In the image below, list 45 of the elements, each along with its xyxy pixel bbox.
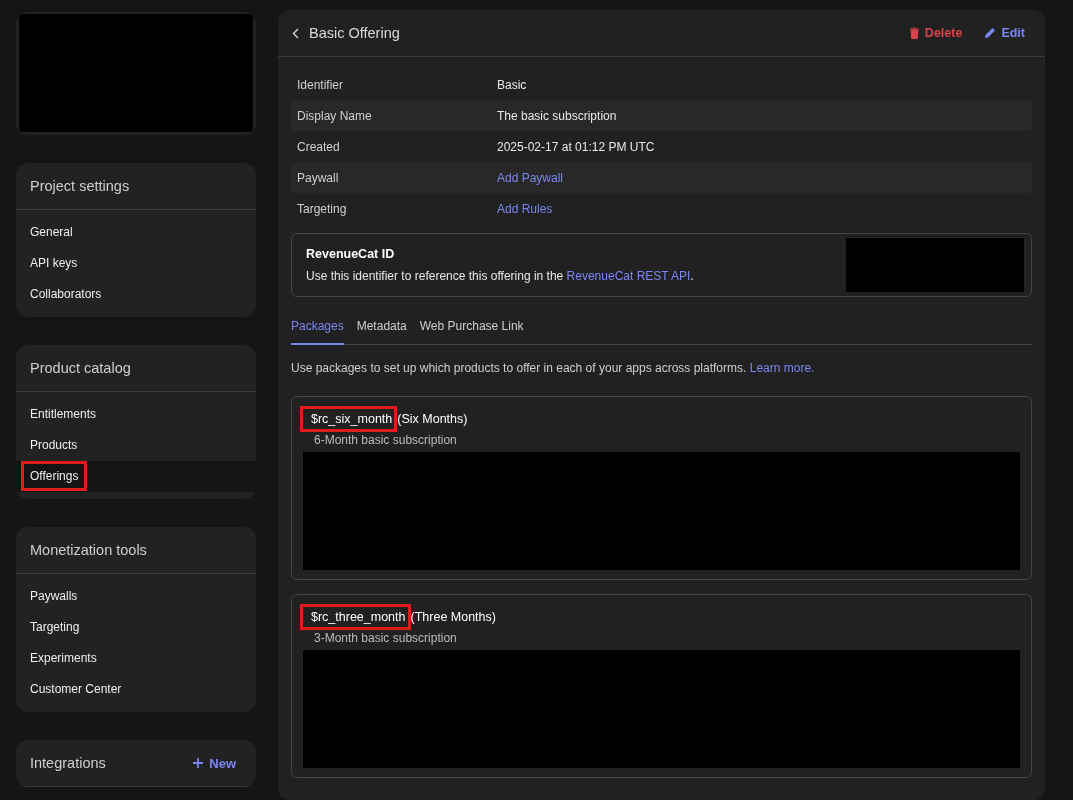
tab[interactable]: Metadata <box>356 319 407 345</box>
sidebar-item[interactable]: Products <box>16 430 256 461</box>
back-icon[interactable] <box>292 27 299 39</box>
detail-label: Display Name <box>297 108 373 123</box>
sidebar-item[interactable]: Paywalls <box>16 581 256 612</box>
learn-more-link[interactable]: Learn more. <box>749 361 815 375</box>
sidebar-item[interactable]: API keys <box>16 248 256 279</box>
package-identifier: $rc_three_month <box>303 607 408 627</box>
sidebar-item[interactable]: General <box>16 217 256 248</box>
detail-label: Identifier <box>297 77 345 92</box>
edit-button[interactable]: Edit <box>978 26 1031 40</box>
package-name: (Six Months) <box>397 412 468 426</box>
section-title: Integrations <box>30 755 106 771</box>
page-title: Basic Offering <box>309 25 401 41</box>
sidebar-item[interactable]: Customer Center <box>16 674 256 705</box>
detail-link[interactable]: Add Rules <box>497 201 553 216</box>
tab[interactable]: Packages <box>291 319 344 345</box>
plus-icon <box>193 758 204 768</box>
sidebar-item[interactable]: Entitlements <box>16 399 256 430</box>
trash-icon <box>908 27 920 39</box>
tab[interactable]: Web Purchase Link <box>419 319 524 345</box>
detail-value: The basic subscription <box>497 108 617 123</box>
package-identifier: $rc_six_month <box>303 409 395 429</box>
detail-value: 2025-02-17 at 01:12 PM UTC <box>497 139 655 154</box>
section-title: Product catalog <box>30 360 131 376</box>
sidebar-item[interactable]: Collaborators <box>16 279 256 310</box>
package-name: (Three Months) <box>410 610 496 624</box>
detail-label: Created <box>297 139 341 154</box>
delete-button[interactable]: Delete <box>902 26 969 40</box>
sidebar-item[interactable]: Targeting <box>16 612 256 643</box>
detail-link[interactable]: Add Paywall <box>497 170 564 185</box>
section-title: Monetization tools <box>30 542 147 558</box>
card-text: Use this identifier to reference this offering in the RevenueCat REST API. <box>306 269 694 283</box>
description-text: Use packages to set up which products to offer in each of your apps across platforms. Learn more. <box>291 361 816 375</box>
section-title: Project settings <box>30 178 130 194</box>
sidebar-item[interactable]: Offerings <box>16 461 256 492</box>
package-description: 6-Month basic subscription <box>314 433 458 447</box>
package-description: 3-Month basic subscription <box>314 631 458 645</box>
detail-label: Targeting <box>297 201 348 216</box>
detail-label: Paywall <box>297 170 340 185</box>
new-button[interactable]: New <box>187 755 242 771</box>
detail-value: Basic <box>497 77 527 92</box>
card-title: RevenueCat ID <box>306 247 396 261</box>
sidebar-item[interactable]: Experiments <box>16 643 256 674</box>
pencil-icon <box>984 27 997 39</box>
